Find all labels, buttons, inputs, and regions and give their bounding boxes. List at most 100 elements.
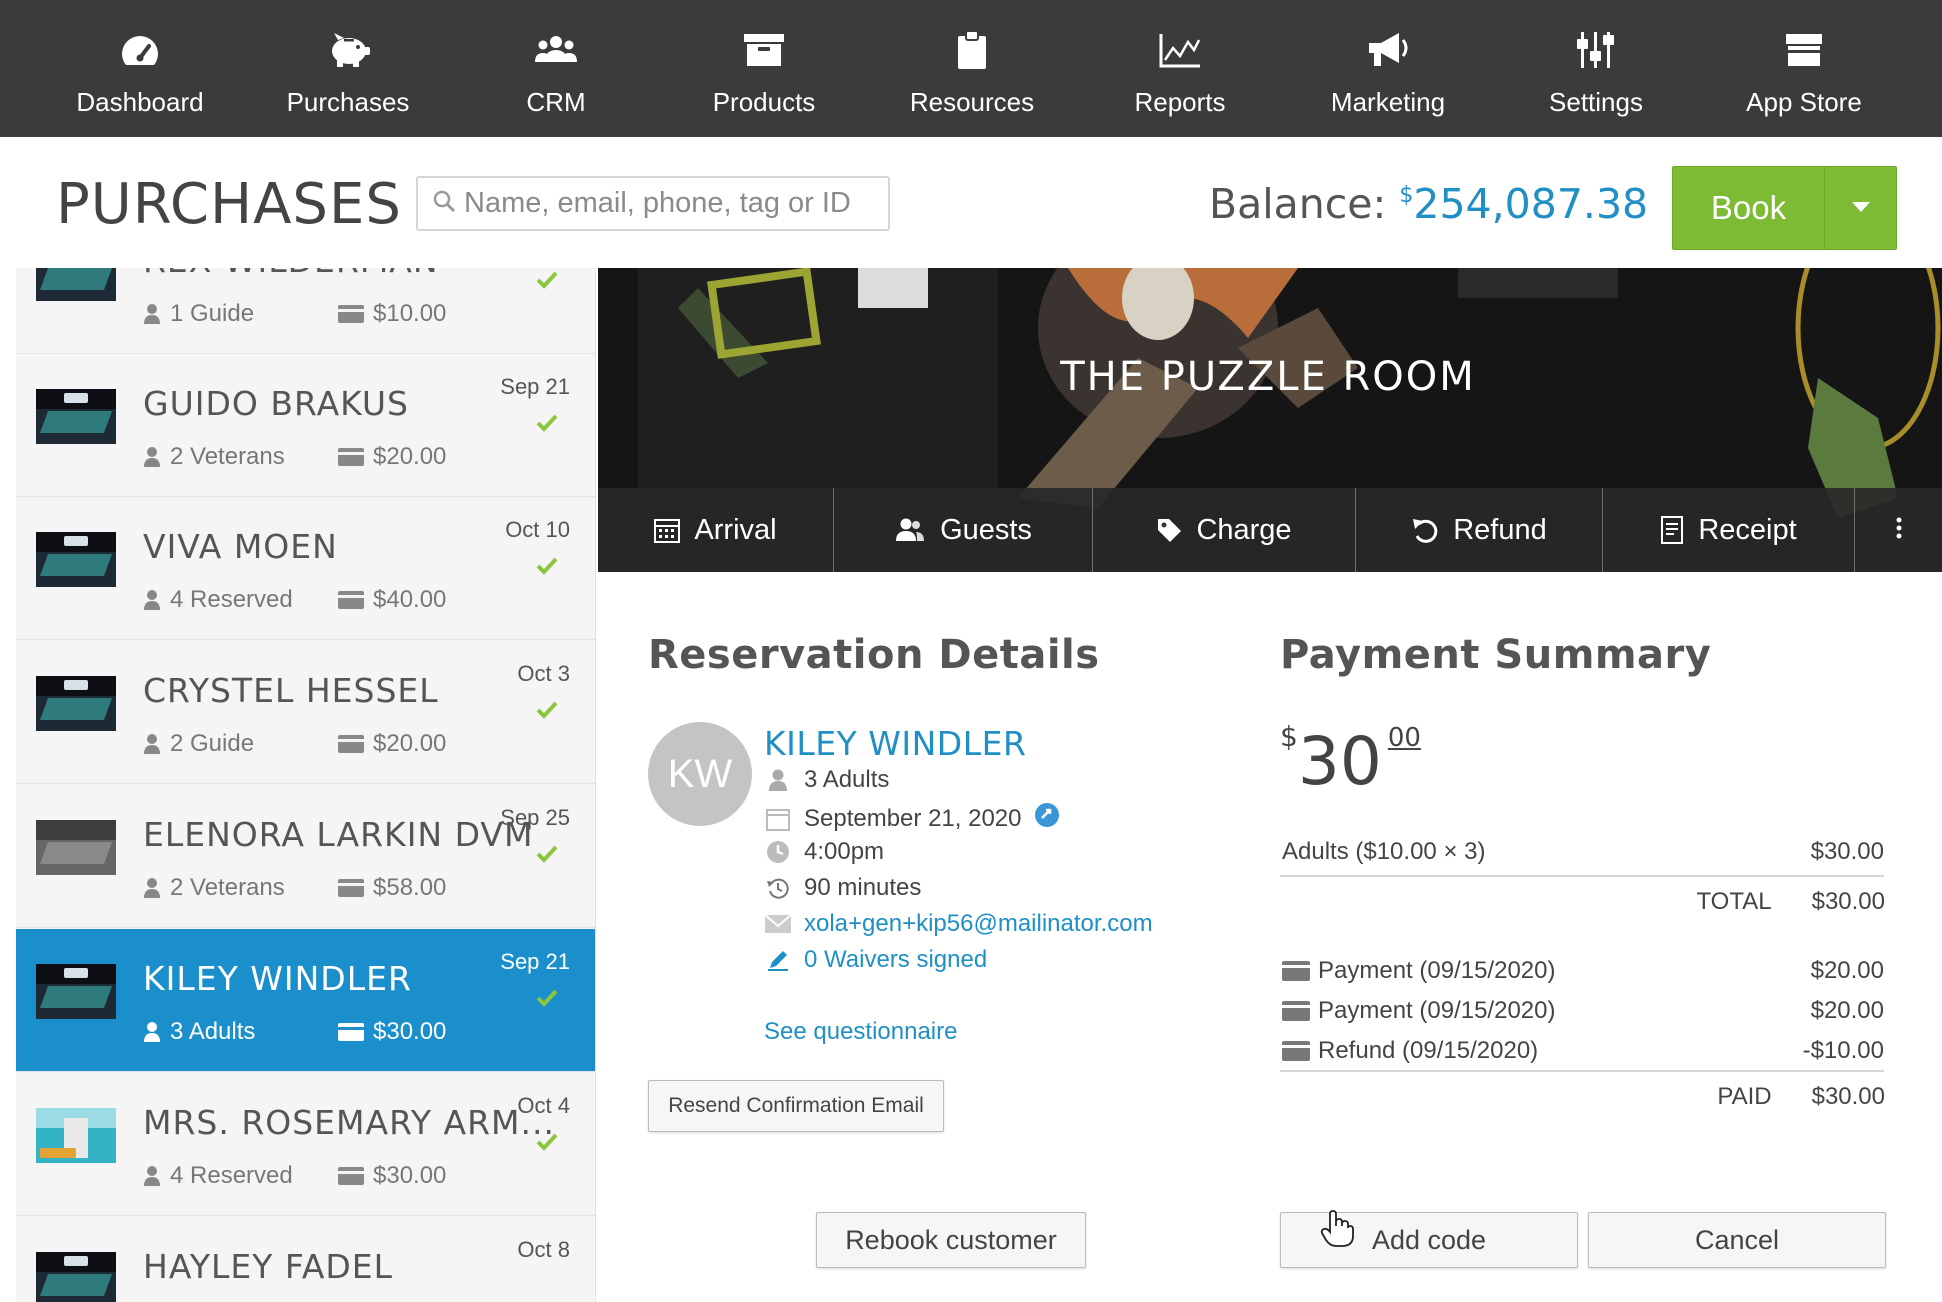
receipt-button[interactable]: Receipt [1603, 488, 1855, 572]
paid-row: PAID $30.00 [1717, 1083, 1885, 1110]
nav-label: CRM [526, 87, 586, 117]
undo-arrow-icon [1411, 517, 1439, 543]
nav-label: Products [712, 87, 816, 117]
guests-button[interactable]: Guests [834, 488, 1093, 572]
credit-card-icon [338, 448, 364, 466]
book-button[interactable]: Book [1673, 167, 1825, 249]
list-item[interactable]: CRYSTEL HESSEL Oct 3 2 Guide $20.00 [16, 641, 595, 784]
product-title: THE PUZZLE ROOM [1060, 354, 1476, 400]
credit-card-icon [1282, 1041, 1310, 1061]
nav-settings[interactable]: Settings [1492, 0, 1700, 137]
nav-resources[interactable]: Resources [868, 0, 1076, 137]
purchase-date: Oct 8 [517, 1237, 570, 1262]
reservation-details-title: Reservation Details [648, 632, 1100, 678]
arrival-button[interactable]: Arrival [598, 488, 834, 572]
nav-label: Purchases [286, 87, 410, 117]
list-item-selected[interactable]: KILEY WINDLER Sep 21 3 Adults $30.00 [16, 929, 595, 1072]
megaphone-icon [1364, 28, 1412, 72]
nav-label: Dashboard [76, 87, 204, 117]
purchase-date: Sep 25 [500, 805, 570, 830]
person-icon [143, 1165, 161, 1187]
reservation-waivers: 0 Waivers signed [764, 946, 987, 974]
list-item[interactable]: VIVA MOEN Oct 10 4 Reserved $40.00 [16, 497, 595, 640]
purchase-price: $10.00 [338, 300, 446, 328]
search-icon [432, 189, 456, 218]
search-input[interactable] [464, 187, 884, 220]
checkmark-icon [536, 414, 558, 437]
questionnaire-link[interactable]: See questionnaire [764, 1018, 957, 1046]
checkmark-icon [536, 1133, 558, 1156]
nav-app-store[interactable]: App Store [1700, 0, 1908, 137]
charge-button[interactable]: Charge [1093, 488, 1356, 572]
hand-cursor-icon [1320, 1210, 1354, 1253]
checkmark-icon [536, 701, 558, 724]
guest-count: 1 Guide [143, 300, 254, 328]
product-thumbnail [36, 676, 116, 731]
waivers-link[interactable]: 0 Waivers signed [804, 946, 987, 974]
nav-purchases[interactable]: Purchases [244, 0, 452, 137]
list-item[interactable]: MRS. ROSEMARY ARM... Oct 4 4 Reserved $3… [16, 1073, 595, 1216]
customer-name: ELENORA LARKIN DVM [143, 815, 534, 854]
product-thumbnail [36, 820, 116, 875]
customer-name: MRS. ROSEMARY ARM... [143, 1103, 555, 1142]
purchase-price: $20.00 [338, 443, 446, 471]
credit-card-icon [338, 1167, 364, 1185]
list-item[interactable]: REX WILDERMAN 1 Guide $10.00 [16, 268, 595, 354]
list-item[interactable]: HAYLEY FADEL Oct 8 [16, 1217, 595, 1302]
reservation-duration: 90 minutes [764, 874, 921, 902]
balance-display: Balance: $254,087.38 [1209, 180, 1648, 228]
person-icon [143, 733, 161, 755]
transaction-row: Refund (09/15/2020) -$10.00 [1282, 1037, 1884, 1065]
balance-currency: $ [1399, 183, 1414, 208]
person-icon [143, 877, 161, 899]
nav-dashboard[interactable]: Dashboard [36, 0, 244, 137]
customer-name: GUIDO BRAKUS [143, 384, 409, 423]
more-actions-button[interactable] [1855, 488, 1942, 572]
search-box[interactable] [416, 176, 890, 231]
users-group-icon [532, 28, 580, 72]
email-link[interactable]: xola+gen+kip56@mailinator.com [804, 910, 1153, 938]
dashboard-gauge-icon [116, 28, 164, 72]
refund-button[interactable]: Refund [1356, 488, 1603, 572]
cancel-button[interactable]: Cancel [1588, 1212, 1886, 1268]
credit-card-icon [338, 591, 364, 609]
nav-crm[interactable]: CRM [452, 0, 660, 137]
customer-name: REX WILDERMAN [143, 268, 439, 280]
customer-name: HAYLEY FADEL [143, 1247, 394, 1286]
avatar: KW [648, 722, 752, 826]
credit-card-icon [338, 879, 364, 897]
transaction-row: Payment (09/15/2020) $20.00 [1282, 997, 1884, 1025]
purchase-price: $30.00 [338, 1162, 446, 1190]
calendar-icon [764, 807, 792, 831]
nav-reports[interactable]: Reports [1076, 0, 1284, 137]
piggy-bank-icon [324, 28, 372, 72]
resend-confirmation-button[interactable]: Resend Confirmation Email [648, 1080, 944, 1132]
purchase-date: Sep 21 [500, 374, 570, 399]
reschedule-icon[interactable] [1034, 802, 1060, 835]
page-title: PURCHASES [56, 172, 402, 237]
questionnaire-row: See questionnaire [764, 1018, 957, 1046]
receipt-icon [1660, 516, 1684, 544]
checkmark-icon [536, 845, 558, 868]
clipboard-icon [948, 28, 996, 72]
person-icon [143, 303, 161, 325]
guest-count: 2 Veterans [143, 874, 285, 902]
customer-name: CRYSTEL HESSEL [143, 671, 439, 710]
person-icon [764, 768, 792, 792]
book-button-group: Book [1672, 166, 1897, 250]
product-thumbnail [36, 268, 116, 301]
nav-products[interactable]: Products [660, 0, 868, 137]
nav-marketing[interactable]: Marketing [1284, 0, 1492, 137]
list-item[interactable]: ELENORA LARKIN DVM Sep 25 2 Veterans $58… [16, 785, 595, 928]
rebook-customer-button[interactable]: Rebook customer [816, 1212, 1086, 1268]
purchase-date: Sep 21 [500, 949, 570, 974]
purchase-date: Oct 4 [517, 1093, 570, 1118]
nav-label: Marketing [1330, 87, 1446, 117]
purchase-price: $58.00 [338, 874, 446, 902]
line-item-row: Adults ($10.00 × 3) $30.00 [1282, 838, 1884, 865]
book-dropdown-toggle[interactable] [1825, 167, 1896, 249]
nav-label: Settings [1549, 87, 1643, 117]
list-item[interactable]: GUIDO BRAKUS Sep 21 2 Veterans $20.00 [16, 354, 595, 497]
customer-name-link[interactable]: KILEY WINDLER [764, 724, 1026, 763]
action-bar: Arrival Guests Charge Refund Receipt [598, 488, 1942, 572]
